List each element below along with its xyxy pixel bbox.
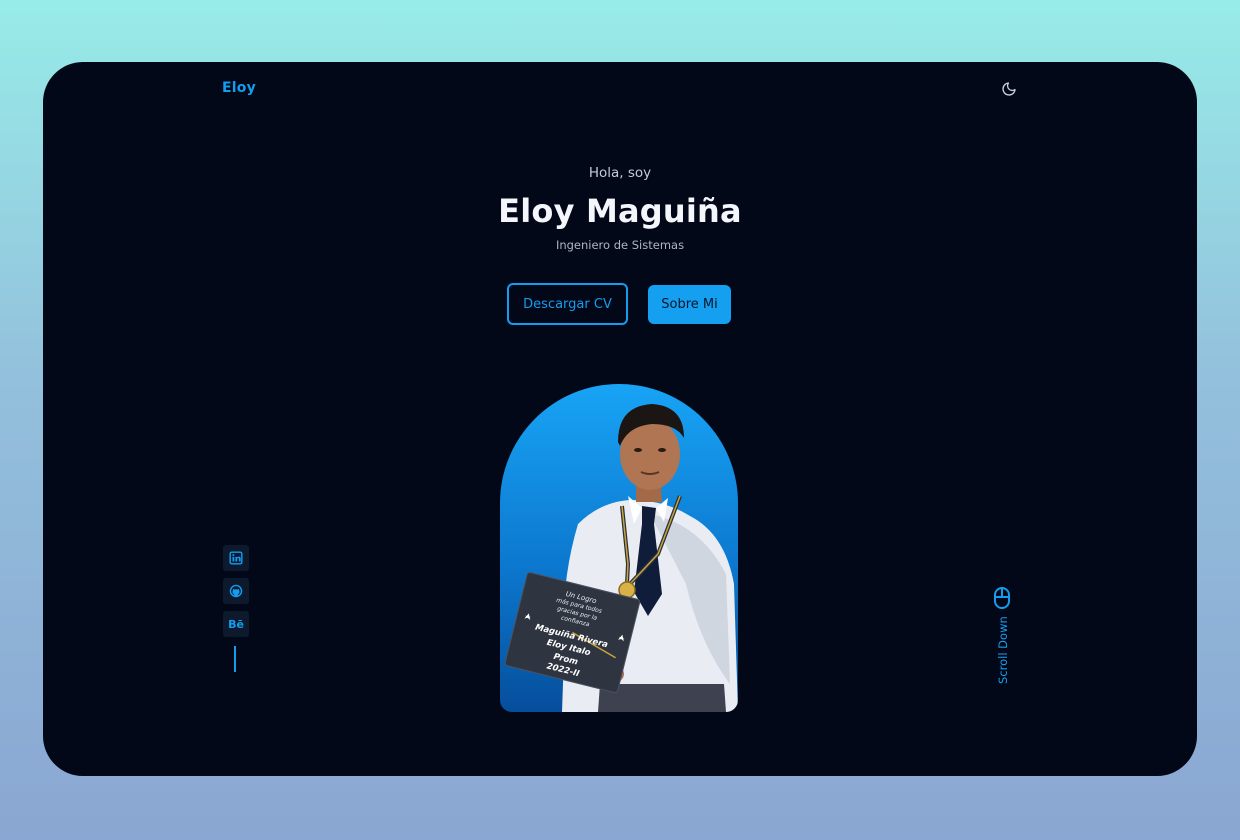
mouse-icon bbox=[994, 587, 1010, 609]
behance-icon: Bē bbox=[228, 617, 244, 631]
github-link[interactable] bbox=[223, 578, 249, 604]
download-cv-button[interactable]: Descargar CV bbox=[507, 283, 628, 325]
scroll-down-label: Scroll Down bbox=[996, 616, 1010, 684]
social-divider-line bbox=[234, 646, 236, 672]
theme-toggle-button[interactable] bbox=[998, 78, 1020, 100]
moon-icon bbox=[1002, 82, 1016, 96]
profile-photo-illustration: Un Logro más para todos gracias por la c… bbox=[504, 404, 738, 712]
hero-greeting: Hola, soy bbox=[588, 165, 652, 181]
hero-section: Hola, soy Eloy Maguiña Ingeniero de Sist… bbox=[43, 162, 1197, 254]
about-me-button[interactable]: Sobre Mi bbox=[648, 285, 731, 324]
linkedin-icon bbox=[229, 551, 243, 565]
page-window: Eloy Hola, soy Eloy Maguiña Ingeniero de… bbox=[43, 62, 1197, 776]
linkedin-link[interactable] bbox=[223, 545, 249, 571]
brand-logo[interactable]: Eloy bbox=[222, 80, 256, 96]
hero-name: Eloy Maguiña bbox=[498, 192, 742, 230]
github-icon bbox=[229, 584, 243, 598]
hero-role: Ingeniero de Sistemas bbox=[555, 238, 685, 252]
profile-photo: Un Logro más para todos gracias por la c… bbox=[500, 384, 738, 712]
behance-link[interactable]: Bē bbox=[223, 611, 249, 637]
scroll-down-button[interactable]: Scroll Down bbox=[989, 586, 1017, 686]
